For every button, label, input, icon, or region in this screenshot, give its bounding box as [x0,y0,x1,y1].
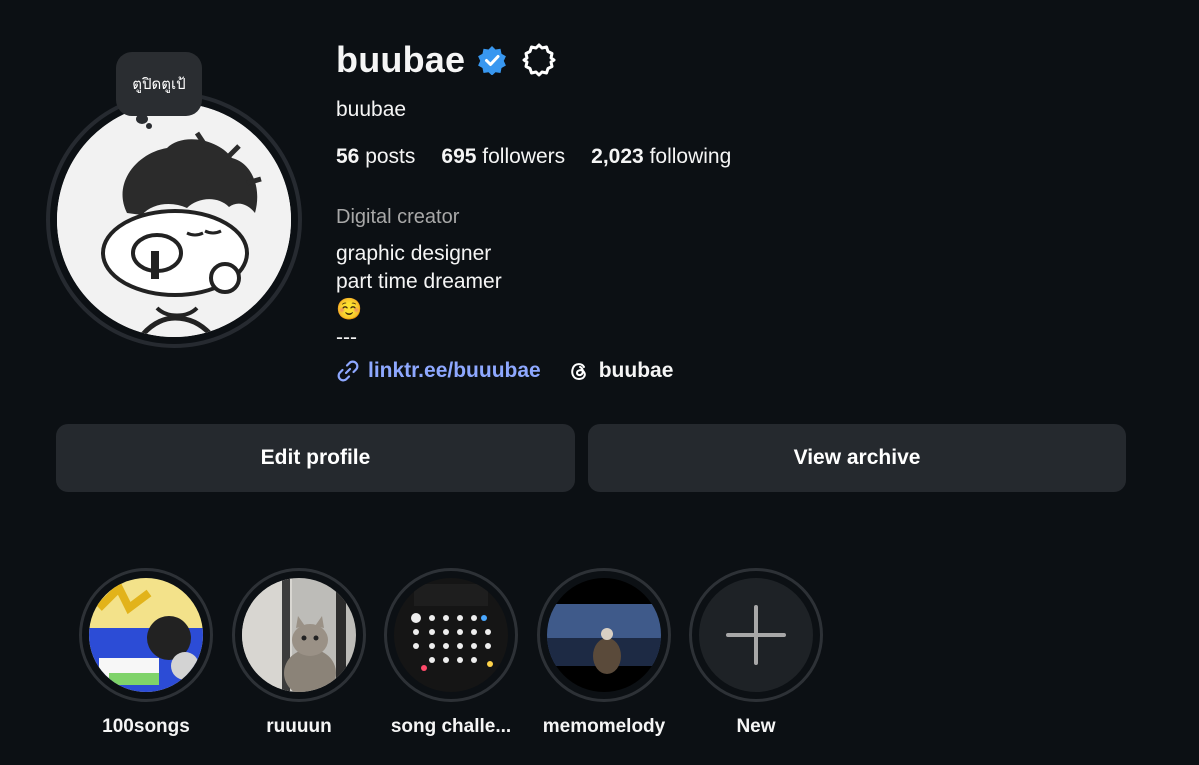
profile-category: Digital creator [336,206,460,228]
highlight-ring [384,568,518,702]
highlight-item[interactable]: 100songs [79,568,213,738]
highlight-cover [89,578,203,692]
external-link[interactable]: linktr.ee/buuubae [336,359,541,383]
full-name: buubae [336,98,407,121]
highlight-label: New [736,716,776,737]
posts-count: 56 [336,145,360,168]
highlight-ring [79,568,213,702]
bio-line: part time dreamer [336,270,502,293]
highlight-ring [537,568,671,702]
verified-badge-icon [478,46,507,75]
note-bubble-tail [136,114,148,124]
bio-line: --- [336,326,357,349]
threads-handle: buubae [598,359,674,382]
highlight-label: song challe... [390,716,512,737]
following-count: 2,023 [591,145,644,168]
followers-count: 695 [441,145,477,168]
highlight-cover [547,578,661,692]
followers-label: followers [482,145,566,168]
threads-link[interactable]: buubae [567,359,674,383]
settings-gear-icon[interactable] [521,42,557,78]
highlight-cover [242,578,356,692]
new-highlight-cover [699,578,813,692]
highlight-label: ruuuun [266,716,332,737]
highlight-item[interactable]: song challe... [384,568,518,738]
following-label: following [649,145,732,168]
bio-line: ☺️ [336,298,363,321]
posts-label: posts [365,145,416,168]
highlight-ring [689,568,823,702]
highlight-cover [394,578,508,692]
external-link-text: linktr.ee/buuubae [368,359,541,382]
profile-avatar-ring[interactable] [46,92,302,348]
highlight-item[interactable]: ruuuun [232,568,366,738]
profile-stats: 56 posts 695 followers 2,023 following [336,145,757,169]
posts-stat[interactable]: 56 posts [336,145,415,169]
threads-icon [570,363,586,381]
new-highlight-button[interactable]: New [689,568,823,738]
highlight-ring [232,568,366,702]
followers-stat[interactable]: 695 followers [441,145,565,169]
highlight-item[interactable]: memomelody [537,568,671,738]
username-row: buubae [336,38,557,82]
edit-profile-button[interactable]: Edit profile [56,424,575,492]
highlight-label: 100songs [102,716,190,737]
note-bubble[interactable]: ตูปิดตูเป้ [116,52,202,116]
highlight-label: memomelody [542,716,666,737]
username: buubae [336,39,466,80]
profile-links: linktr.ee/buuubae buubae [336,356,673,386]
avatar-illustration [57,103,291,337]
view-archive-button[interactable]: View archive [588,424,1126,492]
following-stat[interactable]: 2,023 following [591,145,731,169]
note-bubble-tail-small [146,123,152,129]
note-text: ตูปิดตูเป้ [132,76,186,93]
plus-icon [726,605,786,665]
avatar[interactable] [57,103,291,337]
bio: graphic designer part time dreamer ☺️ --… [336,240,502,352]
bio-line: graphic designer [336,242,492,265]
link-icon [337,360,359,382]
